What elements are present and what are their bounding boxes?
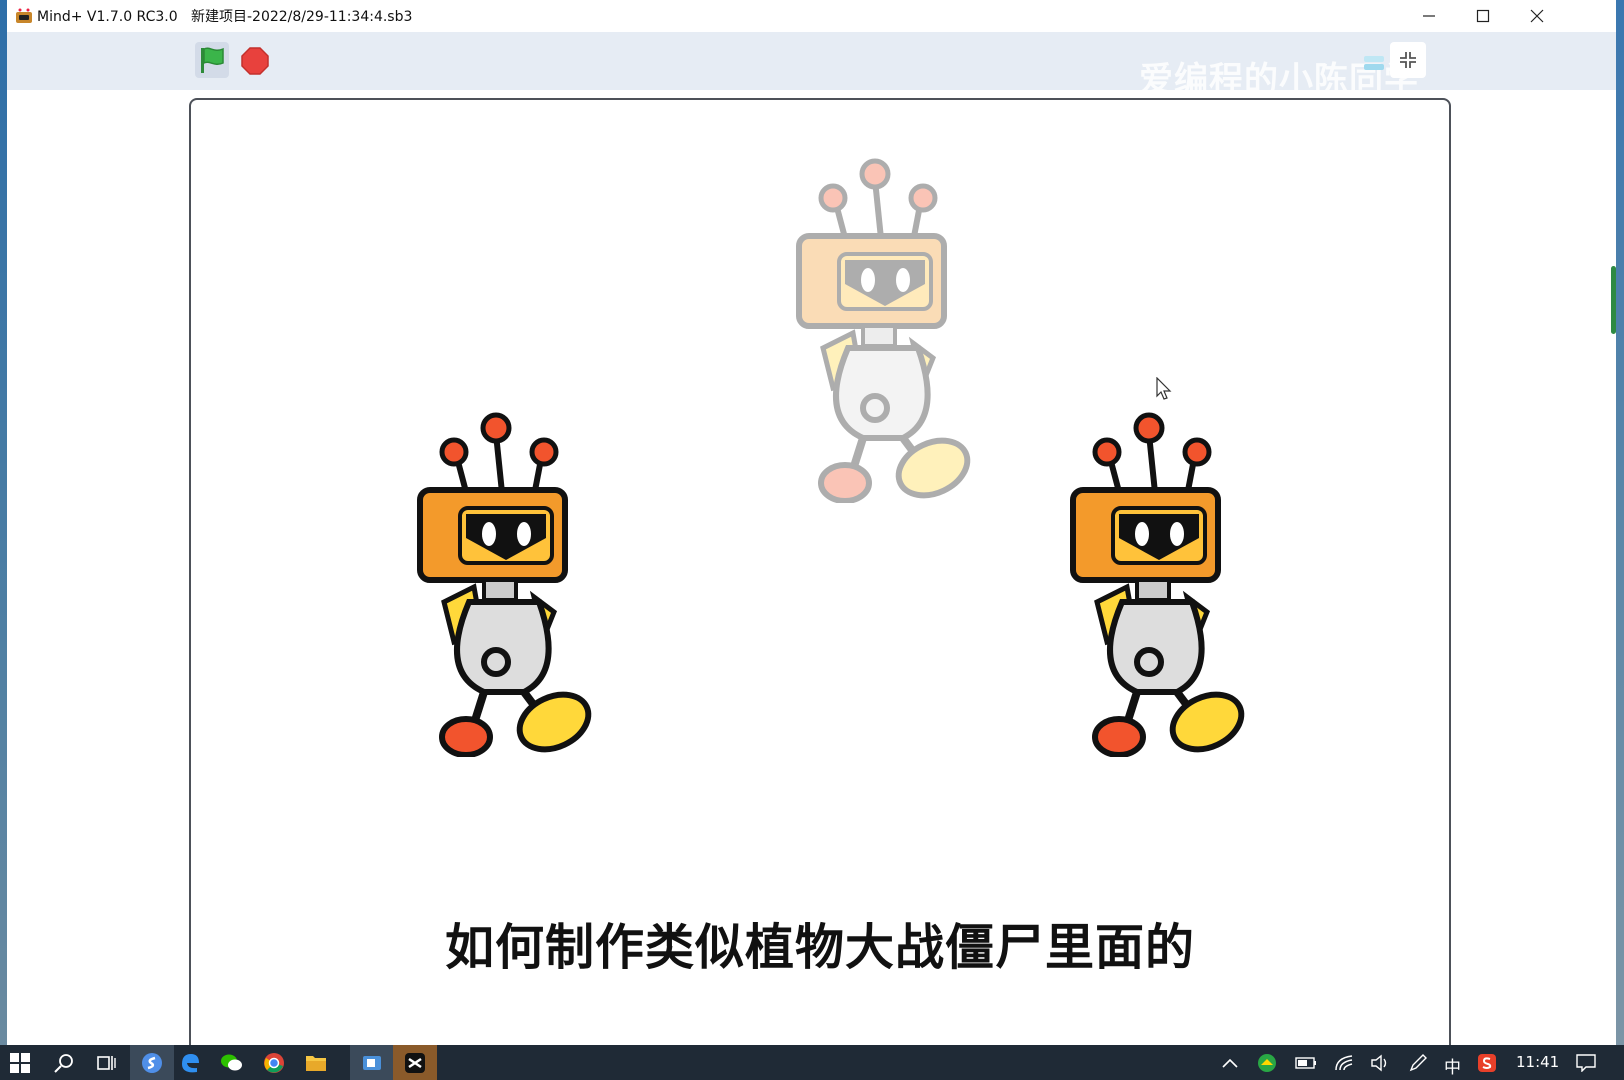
volume-icon xyxy=(1371,1054,1387,1072)
capcut-icon xyxy=(405,1052,425,1073)
task-view-icon xyxy=(97,1056,116,1070)
minimize-icon xyxy=(1423,15,1435,17)
edge-icon xyxy=(182,1054,199,1073)
notification-icon xyxy=(1576,1054,1596,1072)
scrollbar-thumb[interactable] xyxy=(1611,266,1616,334)
shrink-icon xyxy=(1400,52,1416,68)
taskbar-app-chrome[interactable] xyxy=(260,1049,288,1077)
wechat-icon xyxy=(221,1054,242,1071)
sogou-ime-button[interactable] xyxy=(1473,1049,1501,1077)
sogou-icon xyxy=(1478,1054,1496,1072)
chrome-icon xyxy=(264,1053,284,1073)
desktop-right-edge xyxy=(1616,0,1624,1045)
exit-fullscreen-button[interactable] xyxy=(1390,42,1426,78)
close-icon xyxy=(1530,9,1544,23)
robot-sprite-left[interactable] xyxy=(414,412,594,757)
taskbar-search-button[interactable] xyxy=(50,1049,78,1077)
file-name: 新建项目-2022/8/29-11:34:4.sb3 xyxy=(191,9,413,25)
stage-canvas[interactable]: 如何制作类似植物大战僵尸里面的 xyxy=(189,98,1451,1045)
taskbar-app-edge[interactable] xyxy=(176,1049,204,1077)
robot-figure xyxy=(796,158,971,503)
tray-app-icon xyxy=(1258,1054,1276,1072)
browser-icon xyxy=(142,1052,162,1073)
title-bar: Mind+ V1.7.0 RC3.0 新建项目-2022/8/29-11:34:… xyxy=(7,0,1616,32)
battery-icon xyxy=(1295,1057,1316,1069)
chevron-up-icon xyxy=(1222,1058,1238,1068)
layout-icon[interactable] xyxy=(1363,54,1385,72)
app-name: Mind+ V1.7.0 RC3.0 xyxy=(37,9,178,25)
file-explorer-icon xyxy=(306,1056,326,1071)
mouse-cursor-icon xyxy=(1156,377,1172,400)
maximize-button[interactable] xyxy=(1456,0,1510,32)
network-status[interactable] xyxy=(1330,1049,1358,1077)
taskbar-app-file-explorer[interactable] xyxy=(302,1049,330,1077)
task-view-button[interactable] xyxy=(92,1049,120,1077)
pen-icon xyxy=(1409,1054,1427,1072)
taskbar-app-wechat[interactable] xyxy=(218,1049,246,1077)
window-title: Mind+ V1.7.0 RC3.0 新建项目-2022/8/29-11:34:… xyxy=(37,6,412,26)
close-button[interactable] xyxy=(1510,0,1564,32)
desktop-left-edge xyxy=(0,0,7,1045)
maximize-icon xyxy=(1476,9,1490,23)
app-window: Mind+ V1.7.0 RC3.0 新建项目-2022/8/29-11:34:… xyxy=(7,0,1616,1045)
battery-status[interactable] xyxy=(1292,1049,1320,1077)
green-flag-icon xyxy=(201,47,224,73)
wifi-icon xyxy=(1335,1055,1353,1071)
action-center-button[interactable] xyxy=(1572,1049,1600,1077)
robot-sprite-right[interactable] xyxy=(1067,412,1247,757)
search-icon xyxy=(54,1054,73,1073)
app-icon xyxy=(363,1055,381,1070)
show-hidden-icons-button[interactable] xyxy=(1216,1049,1244,1077)
windows-start-icon xyxy=(10,1053,30,1073)
robot-sprite-faded[interactable] xyxy=(793,158,973,503)
stop-button[interactable] xyxy=(241,47,269,75)
subtitle-caption: 如何制作类似植物大战僵尸里面的 xyxy=(444,919,1195,976)
minimize-button[interactable] xyxy=(1402,0,1456,32)
start-button[interactable] xyxy=(6,1049,34,1077)
taskbar-app-capcut[interactable] xyxy=(393,1045,437,1080)
robot-figure xyxy=(417,412,592,757)
app-icon xyxy=(16,8,32,23)
green-flag-button[interactable] xyxy=(195,42,229,78)
volume-control[interactable] xyxy=(1366,1049,1394,1077)
robot-figure xyxy=(1070,412,1245,757)
clock[interactable]: 11:41 xyxy=(1516,1053,1559,1071)
tray-app-button[interactable] xyxy=(1253,1049,1281,1077)
pen-workspace-button[interactable] xyxy=(1404,1049,1432,1077)
ime-indicator[interactable]: 中 xyxy=(1444,1053,1461,1078)
taskbar-app-active[interactable] xyxy=(350,1045,394,1080)
stop-icon xyxy=(241,47,269,75)
taskbar-app-browser[interactable] xyxy=(130,1045,174,1080)
